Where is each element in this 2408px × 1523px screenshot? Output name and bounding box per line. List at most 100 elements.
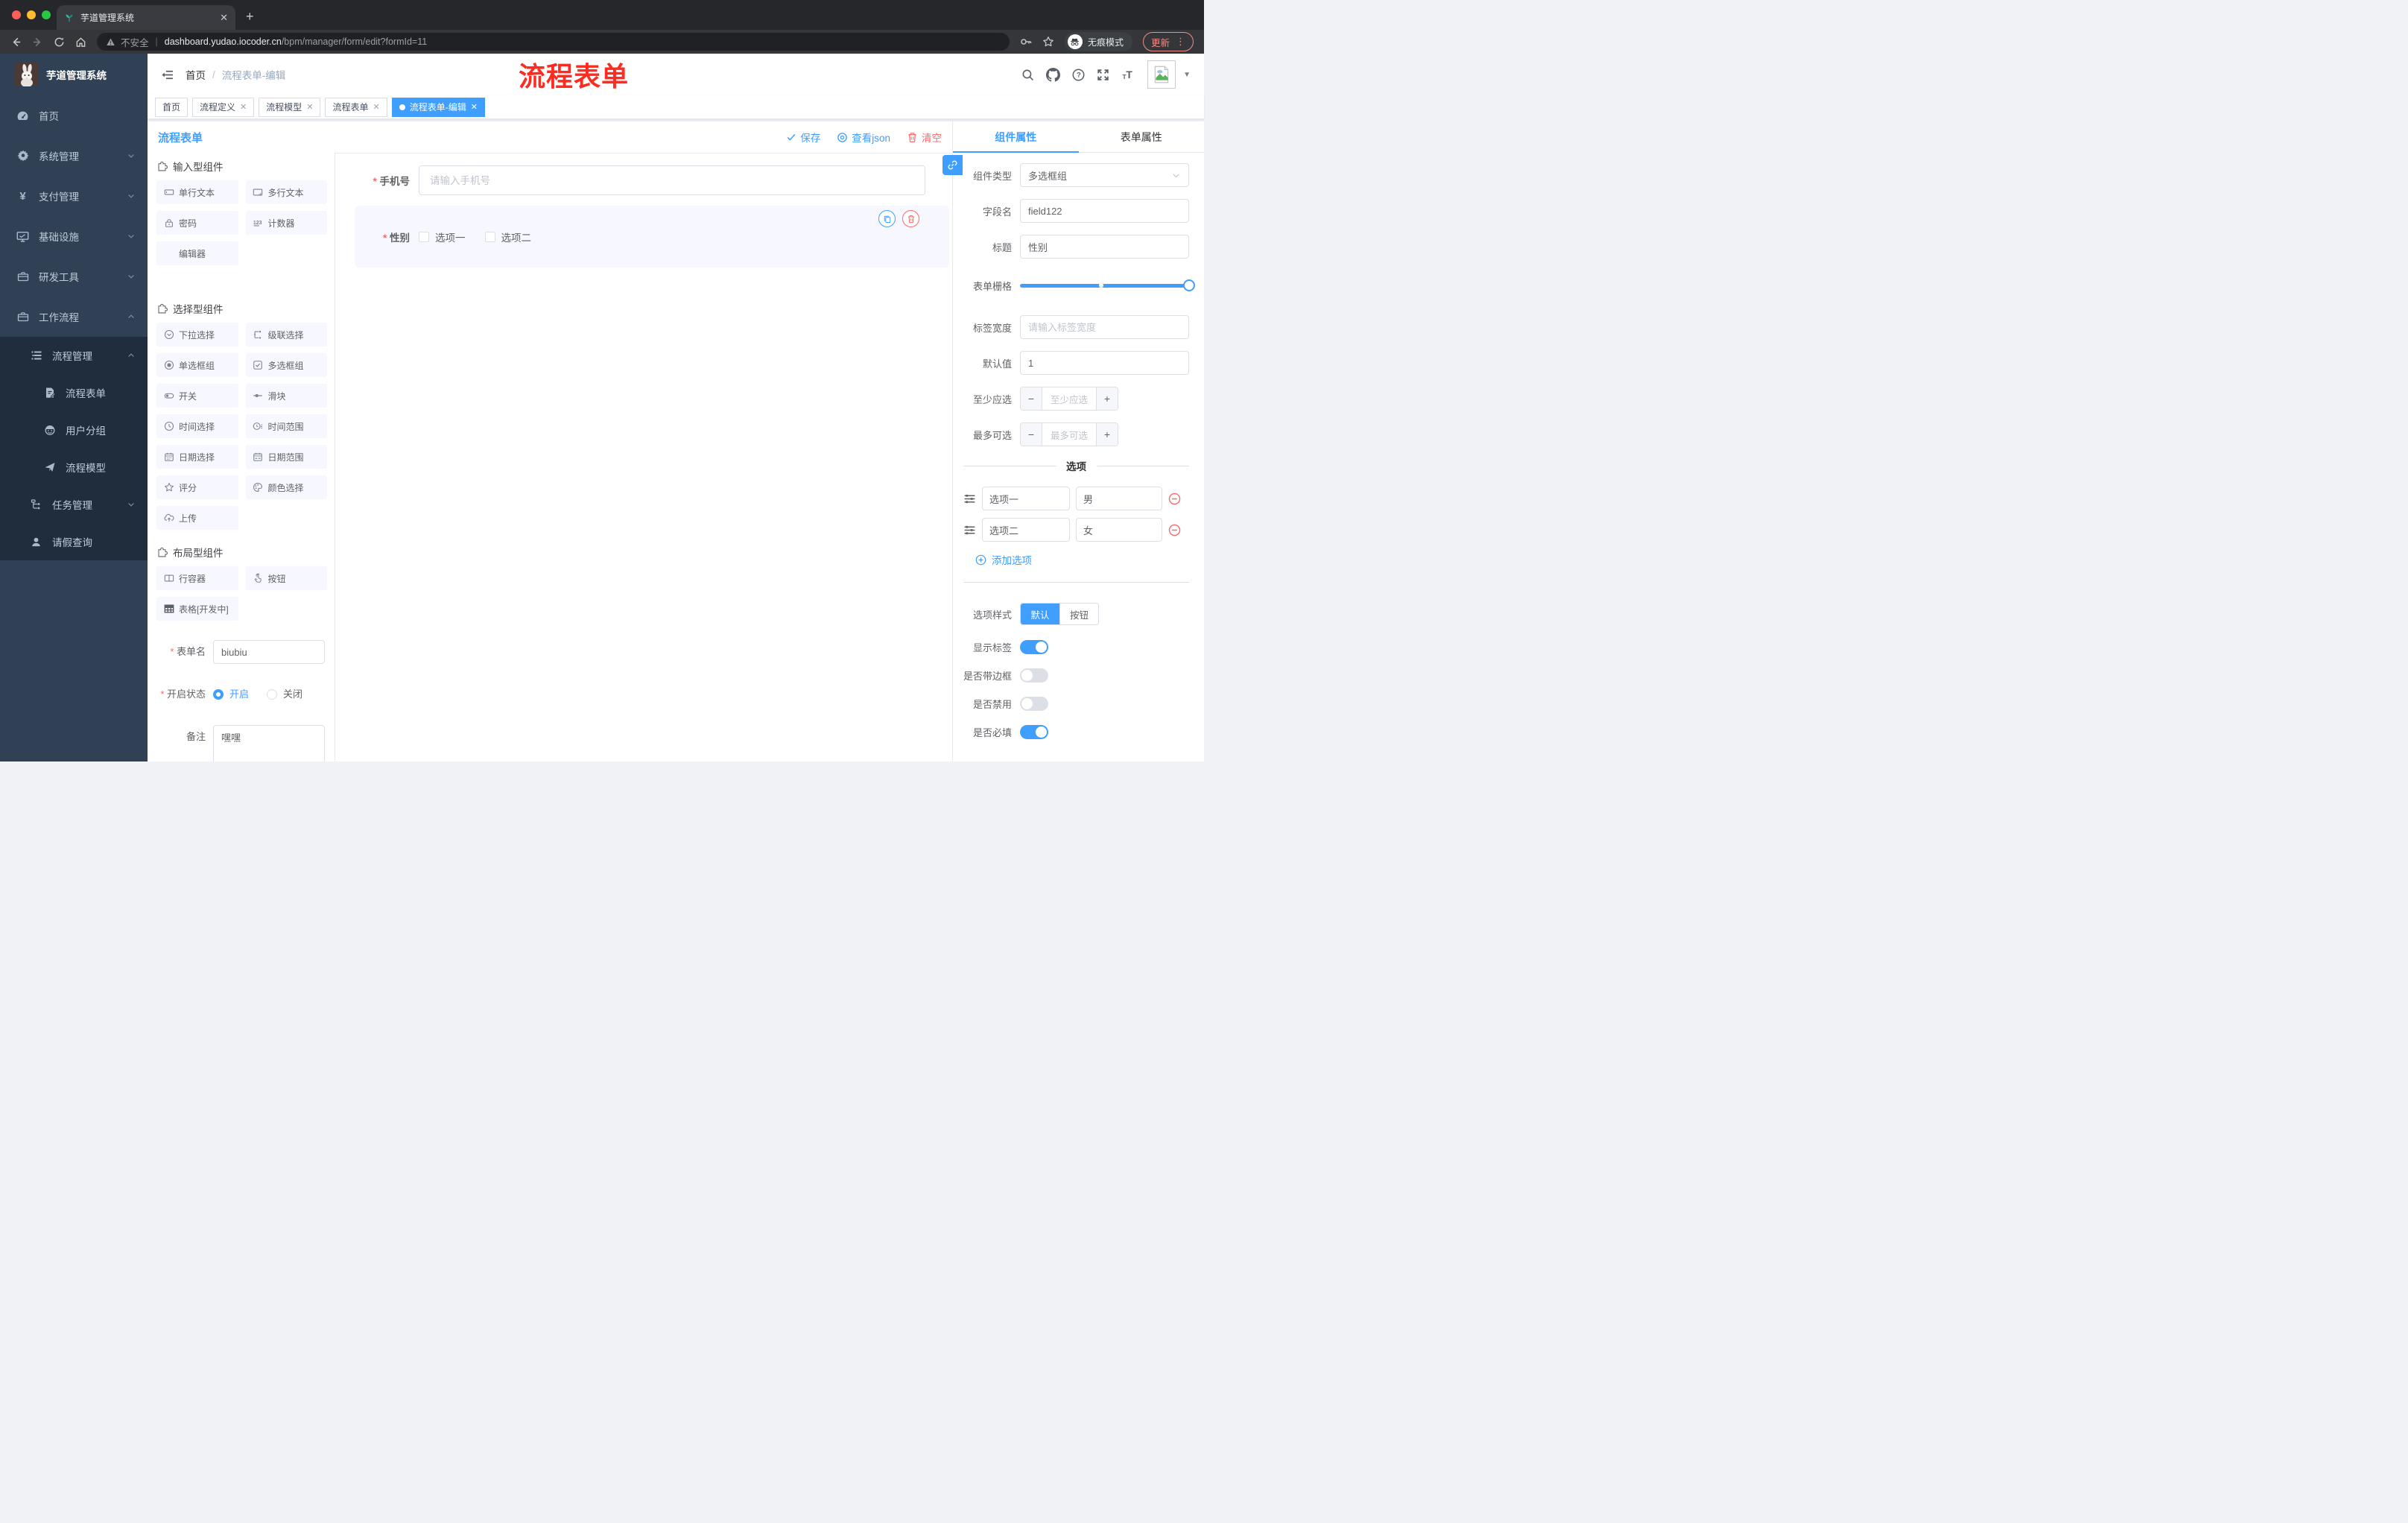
sidebar-item-user-group[interactable]: 用户分组 (0, 411, 148, 449)
default-value-input[interactable] (1020, 351, 1189, 375)
disabled-switch[interactable] (1020, 697, 1048, 711)
forward-icon[interactable] (32, 37, 43, 48)
required-switch[interactable] (1020, 725, 1048, 739)
component-item-single-text[interactable]: 单行文本 (156, 180, 238, 204)
add-option-button[interactable]: 添加选项 (975, 552, 1189, 567)
status-off-label[interactable]: 关闭 (283, 683, 302, 706)
remove-option-button[interactable] (1168, 524, 1181, 536)
stepper-increase-button[interactable]: + (1096, 387, 1118, 410)
slider-track[interactable] (1020, 279, 1195, 291)
option-style-default[interactable]: 默认 (1021, 604, 1059, 624)
font-size-icon[interactable] (1121, 69, 1135, 81)
view-json-button[interactable]: 查看json (837, 130, 890, 145)
breadcrumb-home[interactable]: 首页 (186, 67, 206, 82)
checkbox-icon[interactable] (484, 231, 495, 242)
address-bar[interactable]: 不安全 | dashboard.yudao.iocoder.cn/bpm/man… (97, 33, 1010, 51)
help-icon[interactable] (1072, 69, 1085, 81)
tag-process-definition[interactable]: 流程定义 ✕ (192, 97, 255, 117)
browser-tab[interactable]: 芋道管理系统 ✕ (57, 5, 235, 30)
component-item-editor[interactable]: 编辑器 (156, 241, 238, 265)
with-border-switch[interactable] (1020, 668, 1048, 683)
tag-process-form[interactable]: 流程表单 ✕ (325, 97, 387, 117)
tag-process-model[interactable]: 流程模型 ✕ (259, 97, 321, 117)
component-item-cascader[interactable]: 级联选择 (245, 323, 327, 346)
tag-close-icon[interactable]: ✕ (306, 102, 313, 112)
canvas-field-phone[interactable]: 手机号 (335, 165, 952, 195)
component-item-time-picker[interactable]: 时间选择 (156, 414, 238, 438)
gender-option-2[interactable]: 选项二 (484, 229, 531, 244)
title-input[interactable] (1020, 235, 1189, 259)
sidebar-item-system[interactable]: 系统管理 (0, 136, 148, 176)
stepper-increase-button[interactable]: + (1096, 423, 1118, 446)
component-item-radio-group[interactable]: 单选框组 (156, 353, 238, 377)
checkbox-icon[interactable] (419, 231, 429, 242)
status-on-label[interactable]: 开启 (229, 683, 249, 706)
option-2-label-input[interactable] (982, 518, 1070, 542)
sidebar-fold-icon[interactable] (161, 69, 174, 81)
password-key-icon[interactable] (1020, 36, 1032, 48)
tab-close-icon[interactable]: ✕ (220, 12, 228, 24)
canvas-field-gender-selected[interactable]: 性别 选项一 选项二 (355, 206, 949, 267)
slider-handle[interactable] (1183, 279, 1195, 291)
component-item-date-picker[interactable]: 日期选择 (156, 445, 238, 469)
component-item-color-picker[interactable]: 颜色选择 (245, 475, 327, 499)
form-name-input[interactable] (213, 640, 325, 664)
field-name-input[interactable] (1020, 199, 1189, 223)
user-avatar-placeholder[interactable] (1147, 60, 1176, 89)
option-style-button[interactable]: 按钮 (1059, 604, 1098, 624)
tag-close-icon[interactable]: ✕ (240, 102, 247, 112)
option-1-value-input[interactable] (1076, 487, 1162, 510)
form-grid-slider[interactable] (1020, 273, 1195, 297)
form-remark-textarea[interactable]: 嘿嘿 (213, 725, 325, 762)
new-tab-button[interactable]: + (246, 10, 254, 23)
sidebar-item-workflow[interactable]: 工作流程 (0, 297, 148, 337)
sidebar-item-process-management[interactable]: 流程管理 (0, 337, 148, 374)
component-item-row-container[interactable]: 行容器 (156, 566, 238, 590)
reload-icon[interactable] (54, 37, 65, 48)
option-2-value-input[interactable] (1076, 518, 1162, 542)
sidebar-item-payment[interactable]: ¥ 支付管理 (0, 176, 148, 216)
bookmark-star-icon[interactable] (1042, 36, 1054, 48)
status-on-radio[interactable] (213, 689, 224, 700)
component-item-date-range[interactable]: 日期范围 (245, 445, 327, 469)
home-icon[interactable] (75, 37, 86, 48)
max-select-placeholder[interactable]: 最多可选 (1042, 423, 1096, 446)
component-item-multi-text[interactable]: 多行文本 (245, 180, 327, 204)
tab-component-props[interactable]: 组件属性 (953, 121, 1079, 152)
user-menu-caret-icon[interactable]: ▼ (1183, 71, 1191, 79)
show-label-switch[interactable] (1020, 640, 1048, 654)
delete-component-button[interactable] (902, 210, 919, 227)
not-secure-label[interactable]: 不安全 (121, 35, 149, 49)
phone-field-input[interactable] (419, 165, 925, 195)
tag-home[interactable]: 首页 (155, 97, 188, 117)
stepper-decrease-button[interactable]: − (1021, 423, 1042, 446)
component-item-switch[interactable]: 开关 (156, 384, 238, 408)
option-1-label-input[interactable] (982, 487, 1070, 510)
tab-form-props[interactable]: 表单属性 (1079, 121, 1205, 152)
component-item-select[interactable]: 下拉选择 (156, 323, 238, 346)
label-width-input[interactable] (1020, 315, 1189, 339)
tag-process-form-edit-active[interactable]: 流程表单-编辑 ✕ (391, 97, 485, 117)
save-button[interactable]: 保存 (786, 130, 820, 145)
gender-option-1[interactable]: 选项一 (419, 229, 466, 244)
drag-handle-icon[interactable] (963, 524, 976, 536)
tag-close-icon[interactable]: ✕ (471, 102, 478, 112)
sidebar-item-process-form[interactable]: 流程表单 (0, 374, 148, 411)
duplicate-component-button[interactable] (878, 210, 896, 227)
sidebar-item-leave-query[interactable]: 请假查询 (0, 523, 148, 560)
min-select-placeholder[interactable]: 至少应选 (1042, 387, 1096, 410)
stepper-decrease-button[interactable]: − (1021, 387, 1042, 410)
component-item-rate[interactable]: 评分 (156, 475, 238, 499)
mac-traffic-lights[interactable] (12, 10, 51, 19)
sidebar-item-devtools[interactable]: 研发工具 (0, 256, 148, 297)
remove-option-button[interactable] (1168, 493, 1181, 505)
zoom-window-button[interactable] (42, 10, 51, 19)
component-item-button[interactable]: 按钮 (245, 566, 327, 590)
browser-update-button[interactable]: 更新 ⋮ (1142, 32, 1194, 51)
github-icon[interactable] (1046, 68, 1060, 82)
clear-button[interactable]: 清空 (907, 130, 942, 145)
sidebar-item-home[interactable]: 首页 (0, 95, 148, 136)
link-handle[interactable] (942, 155, 963, 175)
browser-menu-icon[interactable]: ⋮ (1176, 36, 1185, 48)
minimize-window-button[interactable] (27, 10, 36, 19)
